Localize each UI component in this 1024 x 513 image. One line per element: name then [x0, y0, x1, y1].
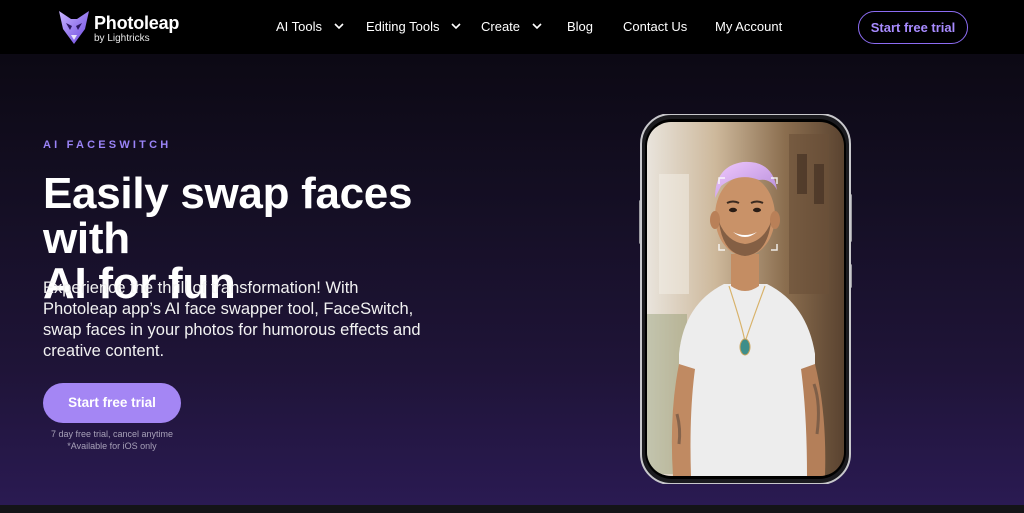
section-divider: [0, 505, 1024, 513]
nav-item-blog[interactable]: Blog: [567, 18, 593, 36]
chevron-down-icon: [334, 23, 344, 30]
hero-headline-line1: Easily swap faces with: [43, 169, 413, 263]
hero-eyebrow: AI FACESWITCH: [43, 139, 172, 151]
nav-item-label: AI Tools: [276, 19, 323, 34]
hero-description: Experience the thrill of transformation!…: [43, 279, 421, 360]
photoleap-logo[interactable]: Photoleap by Lightricks: [57, 9, 187, 47]
hero-start-trial-button[interactable]: Start free trial: [43, 383, 181, 423]
nav-item-create[interactable]: Create: [481, 18, 542, 36]
brand-name: Photoleap: [94, 13, 180, 33]
chevron-down-icon: [451, 23, 461, 30]
nav-item-label: Editing Tools: [366, 19, 440, 34]
nav-item-contact-us[interactable]: Contact Us: [623, 18, 687, 36]
chevron-down-icon: [532, 23, 542, 30]
phone-mockup: [639, 114, 852, 484]
nav-item-label: My Account: [715, 19, 783, 34]
platform-note: *Available for iOS only: [67, 441, 157, 451]
header-start-trial-button[interactable]: Start free trial: [858, 11, 968, 44]
nav-item-label: Create: [481, 19, 521, 34]
brand-subtitle: by Lightricks: [94, 33, 150, 44]
trial-note: 7 day free trial, cancel anytime: [50, 429, 174, 439]
nav-item-my-account[interactable]: My Account: [715, 18, 782, 36]
photoleap-fox-logo-icon: [59, 11, 89, 44]
nav-item-editing-tools[interactable]: Editing Tools: [366, 18, 461, 36]
faceswitch-photo: [647, 122, 844, 476]
nav-item-label: Contact Us: [623, 19, 688, 34]
nav-item-label: Blog: [567, 19, 594, 34]
site-header: Photoleap by Lightricks AI Tools Editing…: [0, 0, 1024, 54]
nav-item-ai-tools[interactable]: AI Tools: [276, 18, 344, 36]
